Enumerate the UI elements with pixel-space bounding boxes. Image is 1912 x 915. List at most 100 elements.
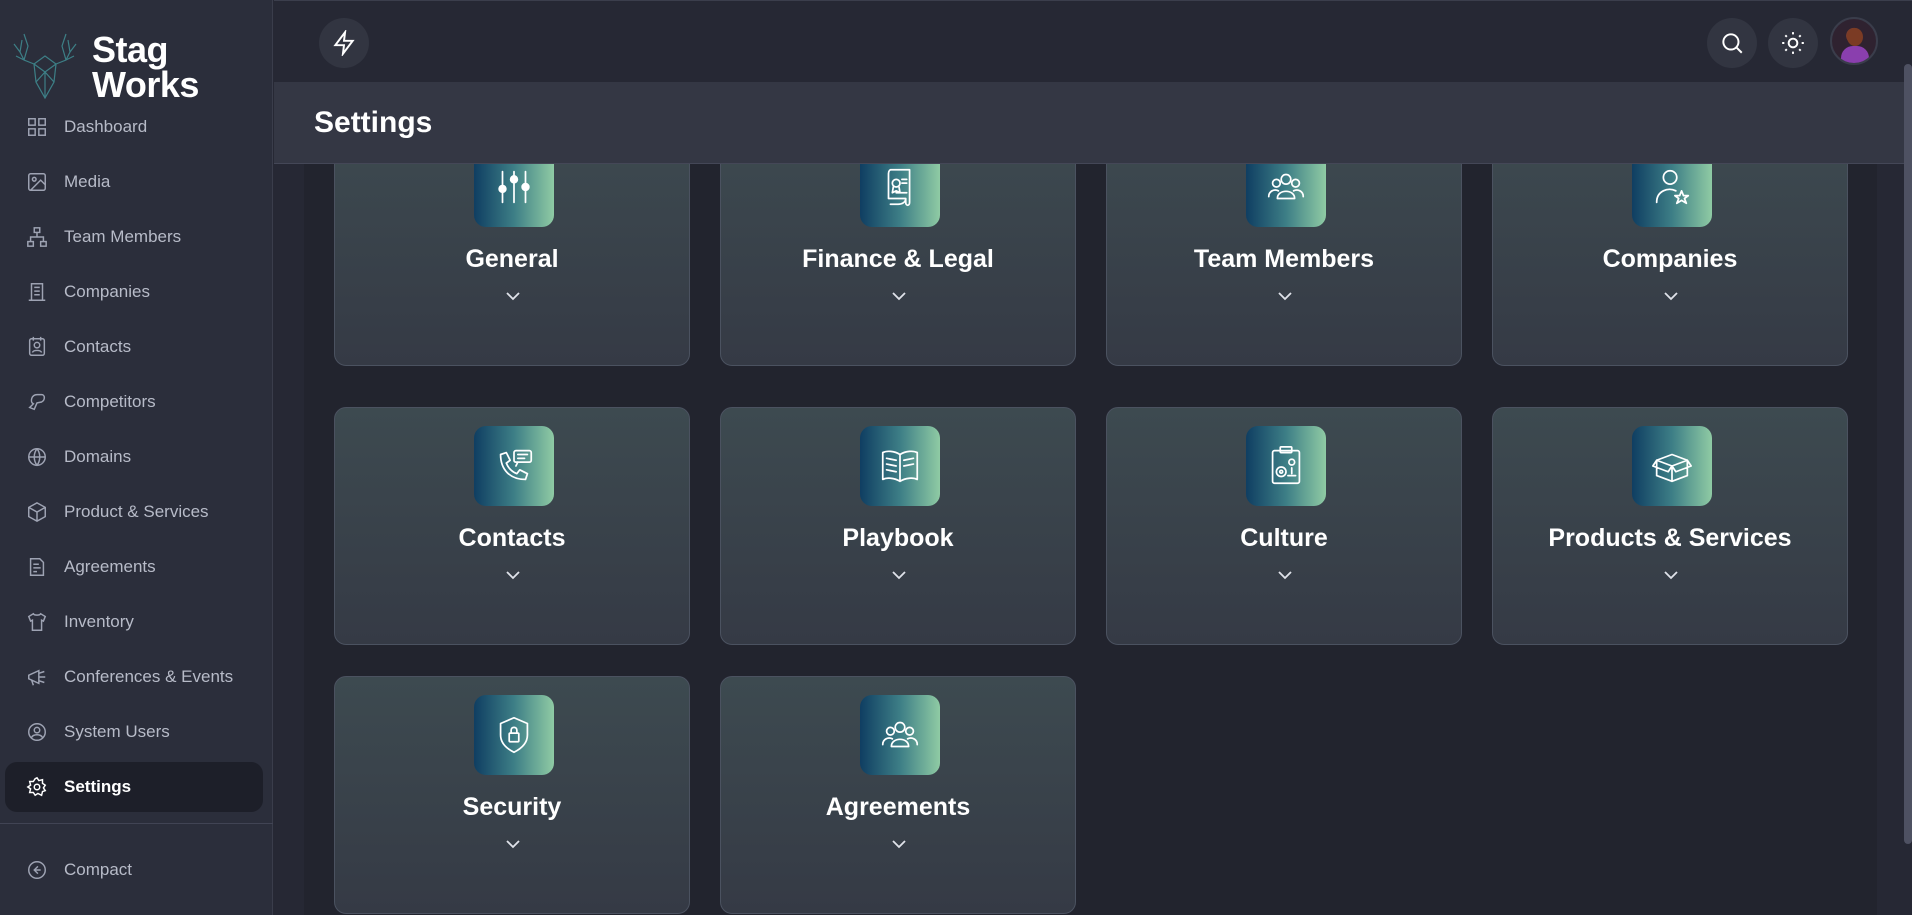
card-title: Agreements (825, 793, 971, 821)
sidebar-item-label: Agreements (64, 557, 156, 576)
sidebar-item-label: Domains (64, 447, 132, 466)
sidebar-item-label: System Users (64, 722, 170, 741)
chevron-down-icon[interactable] (891, 568, 907, 580)
sidebar-item-product-services[interactable]: Product & Services (5, 487, 263, 537)
settings-card-general[interactable]: General (334, 164, 690, 366)
sidebar-item-label: Contacts (64, 337, 132, 356)
user-avatar[interactable] (1830, 17, 1878, 65)
chevron-down-icon[interactable] (1663, 568, 1679, 580)
settings-card-team-members[interactable]: Team Members (1106, 164, 1462, 366)
card-title: General (465, 245, 559, 273)
card-title: Companies (1602, 245, 1738, 273)
gear-icon (25, 775, 49, 799)
settings-card-contacts[interactable]: Contacts (334, 407, 690, 645)
card-title: Culture (1240, 524, 1328, 552)
sidebar-item-system-users[interactable]: System Users (5, 707, 263, 757)
sidebar-item-inventory[interactable]: Inventory (5, 597, 263, 647)
contact-card-icon (25, 335, 49, 359)
chevron-down-icon[interactable] (505, 837, 521, 849)
topbar (274, 0, 1912, 82)
chevron-down-icon[interactable] (891, 289, 907, 301)
chevron-down-icon[interactable] (891, 837, 907, 849)
settings-card-culture[interactable]: Culture (1106, 407, 1462, 645)
sidebar-item-agreements[interactable]: Agreements (5, 542, 263, 592)
sidebar-item-settings[interactable]: Settings (5, 762, 263, 812)
settings-card-products-services[interactable]: Products & Services (1492, 407, 1848, 645)
settings-card-playbook[interactable]: Playbook (720, 407, 1076, 645)
users-group-icon (1246, 164, 1326, 227)
tshirt-icon (25, 610, 49, 634)
sidebar: Stag Works Dashboard Media Team Members … (0, 0, 273, 915)
clipboard-gears-icon (1246, 426, 1326, 506)
sidebar-item-label: Team Members (64, 227, 182, 246)
chevron-down-icon[interactable] (505, 568, 521, 580)
org-chart-icon (25, 225, 49, 249)
sidebar-item-competitors[interactable]: Competitors (5, 377, 263, 427)
compact-label: Compact (64, 860, 133, 879)
sidebar-divider (0, 823, 273, 824)
user-circle-icon (25, 720, 49, 744)
sidebar-item-domains[interactable]: Domains (5, 432, 263, 482)
card-title: Security (462, 793, 562, 821)
image-icon (25, 170, 49, 194)
sidebar-item-team-members[interactable]: Team Members (5, 212, 263, 262)
sidebar-item-companies[interactable]: Companies (5, 267, 263, 317)
sidebar-item-label: Conferences & Events (64, 667, 234, 686)
avatar-head (1847, 28, 1863, 46)
megaphone-icon (25, 665, 49, 689)
boxing-glove-icon (25, 390, 49, 414)
card-title: Playbook (842, 524, 954, 552)
page-header: Settings (274, 82, 1908, 164)
theme-toggle-button[interactable] (1768, 18, 1818, 68)
certificate-scroll-icon (860, 164, 940, 227)
page-title: Settings (314, 106, 433, 139)
user-star-icon (1632, 164, 1712, 227)
lightning-icon (333, 30, 355, 56)
shield-lock-icon (474, 695, 554, 775)
logo-text: Stag Works (92, 29, 199, 105)
settings-card-finance-legal[interactable]: Finance & Legal (720, 164, 1076, 366)
sidebar-item-label: Companies (64, 282, 150, 301)
compact-button[interactable]: Compact (5, 845, 263, 895)
dashboard-icon (25, 115, 49, 139)
chevron-down-icon[interactable] (505, 289, 521, 301)
sidebar-item-label: Inventory (64, 612, 134, 631)
sidebar-item-media[interactable]: Media (5, 157, 263, 207)
card-title: Team Members (1193, 245, 1375, 273)
arrow-left-circle-icon (25, 858, 49, 882)
building-icon (25, 280, 49, 304)
search-icon (1722, 33, 1743, 54)
sidebar-item-label: Settings (64, 777, 132, 796)
quick-actions-button[interactable] (319, 18, 369, 68)
sidebar-item-label: Competitors (64, 392, 156, 411)
chevron-down-icon[interactable] (1663, 289, 1679, 301)
sidebar-item-label: Media (64, 172, 111, 191)
sidebar-item-conferences-events[interactable]: Conferences & Events (5, 652, 263, 702)
compact-toggle: Compact (5, 845, 263, 900)
settings-card-agreements[interactable]: Agreements (720, 676, 1076, 914)
sidebar-item-dashboard[interactable]: Dashboard (5, 102, 263, 152)
open-box-icon (1632, 426, 1712, 506)
stag-head-icon (13, 33, 77, 100)
sidebar-nav: Dashboard Media Team Members Companies C… (5, 102, 263, 817)
sidebar-item-contacts[interactable]: Contacts (5, 322, 263, 372)
open-book-icon (860, 426, 940, 506)
sliders-icon (474, 164, 554, 227)
search-button[interactable] (1707, 18, 1757, 68)
chevron-down-icon[interactable] (1277, 568, 1293, 580)
globe-icon (25, 445, 49, 469)
settings-content: General Finance & Legal Team Members Com… (304, 164, 1877, 915)
page-scrollbar[interactable] (1904, 64, 1912, 844)
stag-works-logo[interactable]: Stag Works (12, 26, 199, 104)
card-title: Finance & Legal (802, 245, 994, 273)
chevron-down-icon[interactable] (1277, 289, 1293, 301)
settings-card-security[interactable]: Security (334, 676, 690, 914)
sun-icon (1782, 32, 1804, 54)
settings-card-companies[interactable]: Companies (1492, 164, 1848, 366)
document-edit-icon (25, 555, 49, 579)
sidebar-item-label: Dashboard (64, 117, 148, 136)
sidebar-item-label: Product & Services (64, 502, 209, 521)
avatar-body (1841, 46, 1869, 63)
card-title: Contacts (458, 524, 566, 552)
box-icon (25, 500, 49, 524)
